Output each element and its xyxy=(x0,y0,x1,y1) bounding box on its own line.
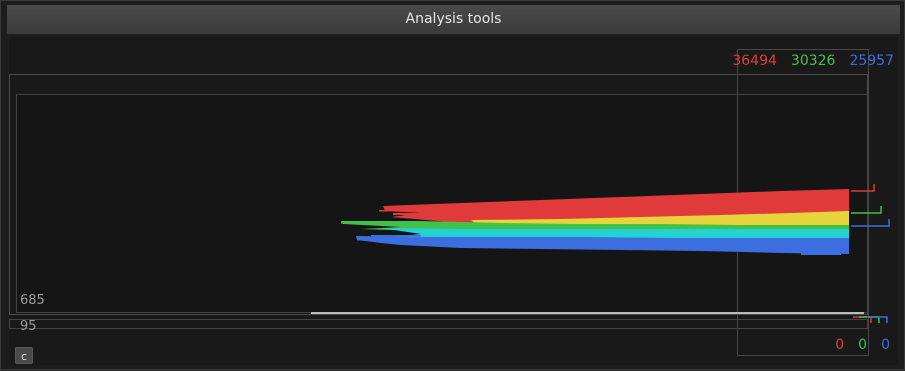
lower-strip-frame xyxy=(9,319,868,329)
axis-label-upper: 685 xyxy=(20,293,45,308)
analysis-tools-panel: Analysis tools 36494 30326 25957 685 95 … xyxy=(0,0,905,370)
count-green-top: 30326 xyxy=(790,53,836,69)
marker-blue-bottom xyxy=(867,316,888,323)
count-red-top: 36494 xyxy=(732,53,777,69)
top-channel-counts: 36494 30326 25957 xyxy=(718,53,894,69)
count-blue-bottom: 0 xyxy=(881,337,890,353)
axis-label-lower: 95 xyxy=(20,319,37,334)
count-blue-top: 25957 xyxy=(849,53,894,69)
scroll-bar-indicator xyxy=(311,312,864,314)
c-button[interactable]: c xyxy=(15,347,33,364)
count-green-bottom: 0 xyxy=(858,337,868,353)
bottom-channel-counts: 000 xyxy=(821,337,890,353)
count-red-bottom: 0 xyxy=(835,337,845,353)
